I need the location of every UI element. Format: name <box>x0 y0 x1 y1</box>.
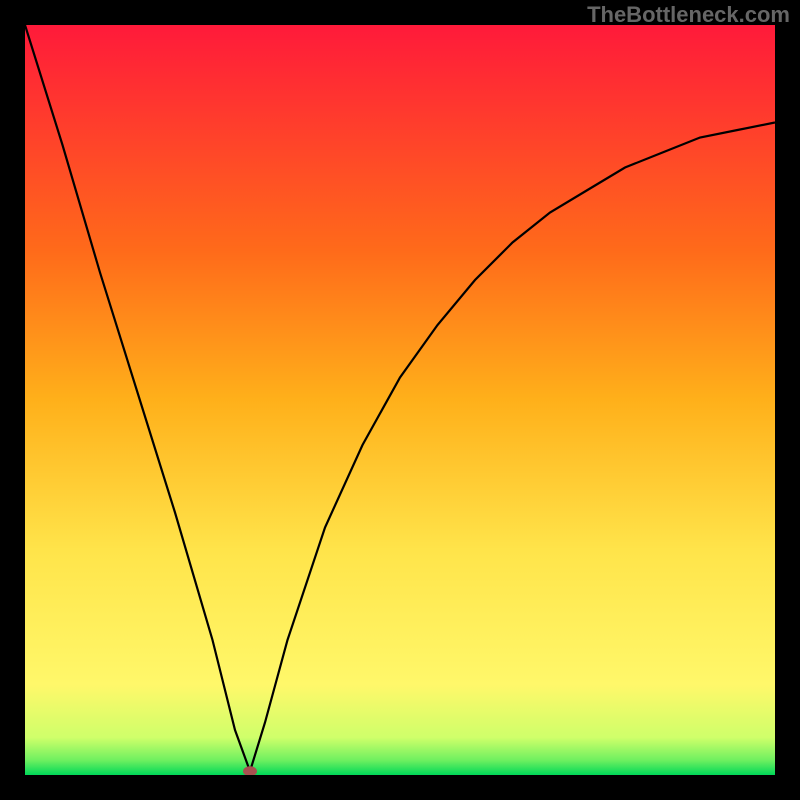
gradient-background <box>25 25 775 775</box>
bottleneck-chart <box>25 25 775 775</box>
chart-frame: TheBottleneck.com <box>0 0 800 800</box>
watermark-text: TheBottleneck.com <box>587 2 790 28</box>
